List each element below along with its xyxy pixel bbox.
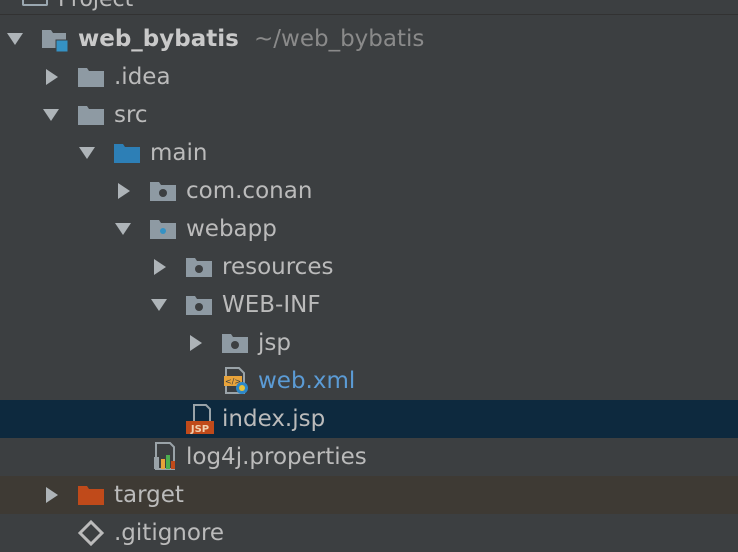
jsp-file-icon: JSP: [184, 400, 214, 438]
package-folder-icon: [184, 248, 214, 286]
tree-label-src: src: [114, 102, 148, 128]
expanded-arrow-icon[interactable]: [76, 134, 98, 172]
tree-label-com-conan: com.conan: [186, 178, 313, 204]
expanded-arrow-icon[interactable]: [148, 286, 170, 324]
package-folder-icon: [220, 324, 250, 362]
folder-icon: [76, 96, 106, 134]
tree-row-target[interactable]: target: [0, 476, 738, 514]
xml-file-icon: </>: [220, 362, 250, 400]
gitignore-file-icon: [76, 514, 106, 552]
jsp-badge: JSP: [190, 424, 209, 435]
collapsed-arrow-icon[interactable]: [41, 58, 63, 96]
collapsed-arrow-icon[interactable]: [113, 172, 135, 210]
tree-label-target: target: [114, 482, 184, 508]
tree-row-resources[interactable]: resources: [0, 248, 738, 286]
expanded-arrow-icon[interactable]: [40, 96, 62, 134]
package-folder-icon: [148, 172, 178, 210]
tree-label-webapp: webapp: [186, 216, 277, 242]
tree-row-index-jsp[interactable]: JSP index.jsp: [0, 400, 738, 438]
project-panel-header: Project: [0, 0, 738, 15]
tree-row-root[interactable]: web_bybatis ~/web_bybatis: [0, 20, 738, 58]
tree-row-web-inf[interactable]: WEB-INF: [0, 286, 738, 324]
tree-label-gitignore: .gitignore: [114, 520, 225, 546]
collapsed-arrow-icon[interactable]: [185, 324, 207, 362]
tree-row-gitignore[interactable]: .gitignore: [0, 514, 738, 552]
tree-row-log4j[interactable]: log4j.properties: [0, 438, 738, 476]
expanded-arrow-icon[interactable]: [4, 20, 26, 58]
panel-title: Project: [58, 0, 133, 14]
tree-root-path: ~/web_bybatis: [254, 26, 425, 52]
folder-icon: [76, 58, 106, 96]
tree-label-resources: resources: [222, 254, 334, 280]
tree-label-web-xml: web.xml: [258, 368, 356, 394]
project-view-icon: [22, 0, 48, 6]
web-folder-icon: [148, 210, 178, 248]
tree-row-src[interactable]: src: [0, 96, 738, 134]
expanded-arrow-icon[interactable]: [112, 210, 134, 248]
collapsed-arrow-icon[interactable]: [149, 248, 171, 286]
tree-row-webapp[interactable]: webapp: [0, 210, 738, 248]
source-folder-icon: [112, 134, 142, 172]
tree-row-main[interactable]: main: [0, 134, 738, 172]
collapsed-arrow-icon[interactable]: [41, 476, 63, 514]
tree-row-web-xml[interactable]: </> web.xml: [0, 362, 738, 400]
package-folder-icon: [184, 286, 214, 324]
excluded-folder-icon: [76, 476, 106, 514]
tree-label-jsp: jsp: [258, 330, 291, 356]
tree-label-index-jsp: index.jsp: [222, 406, 326, 432]
properties-file-icon: [150, 438, 180, 476]
tree-label-idea: .idea: [114, 64, 171, 90]
tree-row-idea[interactable]: .idea: [0, 58, 738, 96]
tree-label-web-inf: WEB-INF: [222, 292, 321, 318]
tree-row-jsp[interactable]: jsp: [0, 324, 738, 362]
tree-label-root: web_bybatis: [78, 26, 239, 52]
tree-row-com-conan[interactable]: com.conan: [0, 172, 738, 210]
module-folder-icon: [40, 20, 70, 58]
tree-label-main: main: [150, 140, 208, 166]
tree-label-log4j: log4j.properties: [186, 444, 367, 470]
